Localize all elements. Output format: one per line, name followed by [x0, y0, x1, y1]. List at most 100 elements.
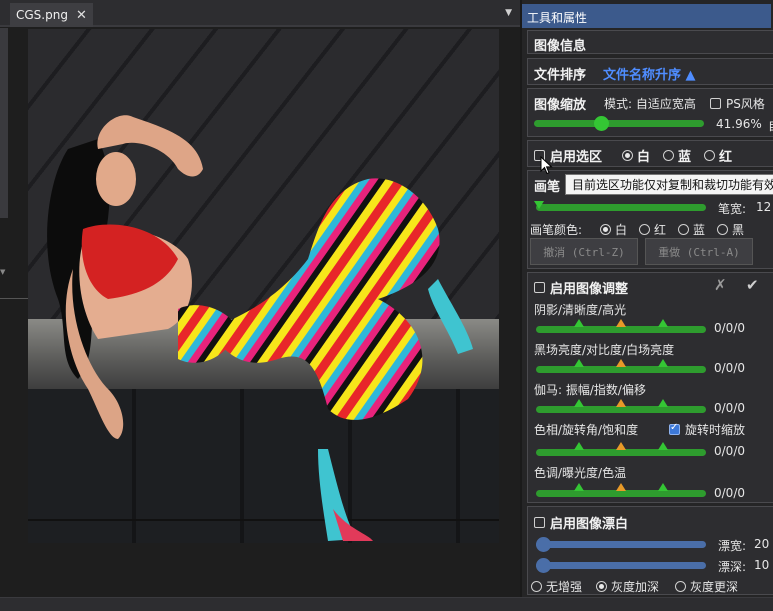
selection-color-label: 白 — [637, 150, 651, 165]
bleach-mode-label: 无增强 — [546, 580, 583, 594]
slider-handle-right[interactable] — [658, 483, 668, 491]
adjust-row-label: 阴影/清晰度/高光 — [534, 303, 627, 317]
radio-icon[interactable] — [622, 150, 633, 161]
zoom-percent: 41.96% — [716, 117, 762, 131]
ps-style-toggle[interactable]: PS风格 — [710, 95, 765, 112]
ps-style-checkbox[interactable] — [710, 98, 721, 109]
zoom-label: 图像缩放 — [534, 98, 587, 113]
slider-handle-mid[interactable] — [616, 359, 626, 367]
slider-handle-left[interactable] — [574, 359, 584, 367]
slider-handle-mid[interactable] — [616, 442, 626, 450]
bleach-enable-toggle[interactable]: 启用图像漂白 — [534, 513, 628, 532]
sort-section: 文件排序 文件名称升序 ▲ — [527, 58, 773, 85]
divider — [0, 298, 28, 299]
adjust-checkbox[interactable] — [534, 282, 545, 293]
adjust-section: 启用图像调整 ✗ ✔ 阴影/清晰度/高光 0/0/0 黑场亮度/对比度/白场亮度… — [527, 272, 773, 503]
brush-color-black[interactable]: 黑 — [717, 221, 744, 238]
image-info-section[interactable]: 图像信息 — [527, 30, 773, 54]
selection-color-red[interactable]: 红 — [704, 146, 732, 165]
slider-handle-right[interactable] — [658, 319, 668, 327]
app-window: CGS.png ✕ ▼ ▼ 工具和属性 图像信息 文件排序 文件名称升序 ▲ 图… — [0, 0, 773, 611]
radio-icon[interactable] — [596, 581, 607, 592]
status-bar — [0, 597, 773, 611]
vertical-scrollbar[interactable] — [0, 28, 8, 218]
adjust-enable-label: 启用图像调整 — [550, 282, 629, 297]
slider-handle-left[interactable] — [574, 319, 584, 327]
adjust-slider[interactable] — [536, 359, 706, 373]
image-info-label: 图像信息 — [534, 39, 587, 54]
radio-icon[interactable] — [717, 224, 728, 235]
bleach-mode-deeper[interactable]: 灰度更深 — [675, 578, 738, 595]
radio-icon[interactable] — [663, 150, 674, 161]
slider-handle-right[interactable] — [658, 442, 668, 450]
close-icon[interactable]: ✕ — [76, 8, 87, 23]
image-canvas[interactable] — [28, 29, 499, 543]
adjust-row-value: 0/0/0 — [714, 444, 745, 458]
slider-handle-mid[interactable] — [616, 399, 626, 407]
scroll-down-icon[interactable]: ▼ — [0, 268, 8, 276]
bleach-width-label: 漂宽: — [718, 539, 747, 553]
adjust-row-label: 色调/曝光度/色温 — [534, 466, 627, 480]
brush-color-blue[interactable]: 蓝 — [678, 221, 705, 238]
slider-handle-left[interactable] — [574, 399, 584, 407]
adjust-row-value: 0/0/0 — [714, 321, 745, 335]
bleach-depth-slider[interactable] — [536, 558, 706, 573]
zoom-slider-handle[interactable] — [594, 116, 609, 131]
ps-style-label: PS风格 — [726, 97, 765, 111]
selection-enable-label: 启用选区 — [550, 150, 603, 165]
bleach-mode-label: 灰度加深 — [611, 580, 660, 594]
cancel-icon[interactable]: ✗ — [714, 276, 727, 294]
radio-icon[interactable] — [639, 224, 650, 235]
slider-handle-right[interactable] — [658, 399, 668, 407]
selection-section: 启用选区 白 蓝 红 — [527, 140, 773, 167]
zoom-slider[interactable] — [534, 116, 704, 131]
zoom-mode-label[interactable]: 模式: 自适应宽高 — [604, 95, 696, 112]
adjust-slider[interactable] — [536, 483, 706, 497]
adjust-slider[interactable] — [536, 399, 706, 413]
tab-dropdown-icon[interactable]: ▼ — [505, 8, 512, 18]
radio-icon[interactable] — [675, 581, 686, 592]
adjust-enable-toggle[interactable]: 启用图像调整 — [534, 278, 628, 297]
bleach-width-value: 20 — [754, 537, 770, 551]
brush-color-white[interactable]: 白 — [600, 221, 627, 238]
bleach-mode-deepen[interactable]: 灰度加深 — [596, 578, 659, 595]
brush-color-label: 画笔颜色: — [530, 223, 583, 237]
slider-handle-mid[interactable] — [616, 319, 626, 327]
radio-icon[interactable] — [678, 224, 689, 235]
bleach-width-handle[interactable] — [536, 537, 551, 552]
brush-color-text: 蓝 — [693, 223, 706, 237]
bleach-section: 启用图像漂白 漂宽: 20 漂深: 10 无增强 灰度加深 灰度更深 — [527, 506, 773, 595]
slider-handle-left[interactable] — [574, 442, 584, 450]
selection-color-blue[interactable]: 蓝 — [663, 146, 691, 165]
adjust-slider[interactable] — [536, 319, 706, 333]
bleach-depth-handle[interactable] — [536, 558, 551, 573]
slider-handle-left[interactable] — [574, 483, 584, 491]
radio-icon[interactable] — [531, 581, 542, 592]
slider-handle-mid[interactable] — [616, 483, 626, 491]
bleach-width-slider[interactable] — [536, 537, 706, 552]
selection-color-label: 红 — [719, 150, 733, 165]
selection-color-label: 蓝 — [678, 150, 692, 165]
brush-color-red[interactable]: 红 — [639, 221, 666, 238]
tab-file[interactable]: CGS.png ✕ — [10, 3, 93, 27]
selection-color-white[interactable]: 白 — [622, 146, 650, 165]
radio-icon[interactable] — [704, 150, 715, 161]
brush-width-slider[interactable] — [534, 201, 706, 211]
radio-icon[interactable] — [600, 224, 611, 235]
bleach-checkbox[interactable] — [534, 517, 545, 528]
zoom-section: 图像缩放 模式: 自适应宽高 PS风格 41.96% 自 — [527, 88, 773, 137]
brush-width-handle[interactable] — [534, 201, 544, 209]
rotate-scale-toggle[interactable]: 旋转时缩放 — [669, 421, 745, 438]
image-viewer: CGS.png ✕ ▼ ▼ — [0, 0, 520, 597]
undo-button[interactable]: 撤消 (Ctrl-Z) — [530, 238, 638, 265]
redo-button[interactable]: 重做 (Ctrl-A) — [645, 238, 753, 265]
sort-order-button[interactable]: 文件名称升序 ▲ — [603, 64, 696, 83]
rotate-scale-checkbox[interactable] — [669, 422, 680, 435]
photo-figure — [47, 115, 473, 541]
adjust-slider[interactable] — [536, 442, 706, 456]
bleach-mode-label: 灰度更深 — [690, 580, 739, 594]
brush-color-text: 黑 — [732, 223, 745, 237]
slider-handle-right[interactable] — [658, 359, 668, 367]
bleach-mode-none[interactable]: 无增强 — [531, 578, 582, 595]
apply-icon[interactable]: ✔ — [746, 276, 759, 294]
